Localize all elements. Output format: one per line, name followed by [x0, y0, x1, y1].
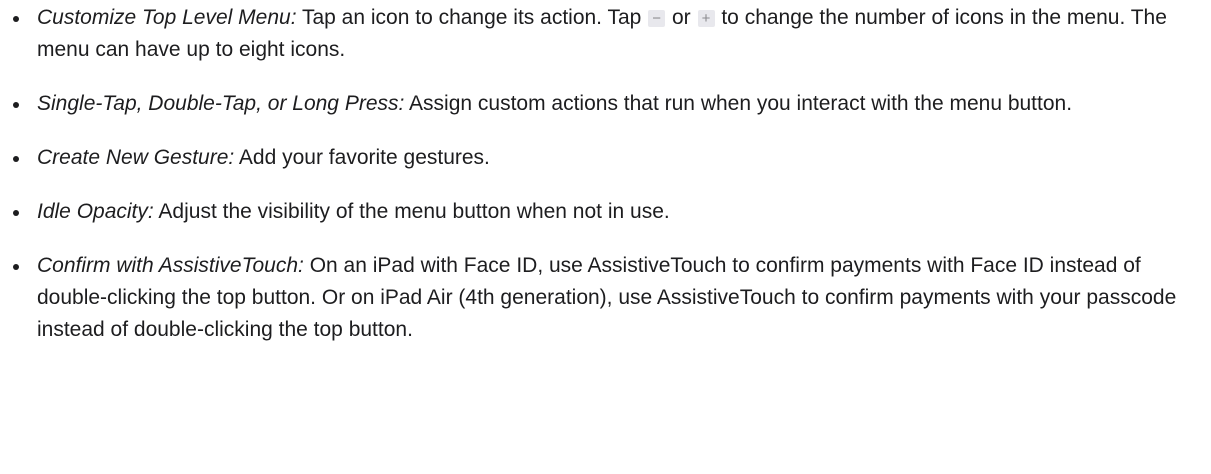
bullet-icon [13, 16, 19, 22]
item-term: Create New Gesture: [37, 146, 235, 169]
list-item-customize-top-level-menu: Customize Top Level Menu: Tap an icon to… [0, 2, 1200, 66]
bullet-icon [13, 156, 19, 162]
item-term: Idle Opacity: [37, 200, 154, 223]
bullet-icon [13, 264, 19, 270]
item-text: Assign custom actions that run when you … [404, 92, 1073, 115]
feature-bullet-list: Customize Top Level Menu: Tap an icon to… [0, 2, 1200, 368]
list-item-single-double-long-press: Single-Tap, Double-Tap, or Long Press: A… [0, 88, 1200, 120]
bullet-icon [13, 102, 19, 108]
item-text: Add your favorite gestures. [234, 146, 490, 169]
item-text: Adjust the visibility of the menu button… [153, 200, 670, 223]
item-term: Confirm with AssistiveTouch: [37, 254, 304, 277]
item-text: Tap an icon to change its action. Tap [296, 6, 648, 29]
item-text: or [666, 6, 697, 29]
minus-icon: − [648, 10, 666, 27]
plus-icon: + [697, 10, 715, 27]
item-term: Single-Tap, Double-Tap, or Long Press: [37, 92, 405, 115]
bullet-icon [13, 210, 19, 216]
list-item-confirm-with-assistivetouch: Confirm with AssistiveTouch: On an iPad … [0, 250, 1200, 346]
list-item-create-new-gesture: Create New Gesture: Add your favorite ge… [0, 142, 1200, 174]
list-item-idle-opacity: Idle Opacity: Adjust the visibility of t… [0, 196, 1200, 228]
item-term: Customize Top Level Menu: [37, 6, 297, 29]
